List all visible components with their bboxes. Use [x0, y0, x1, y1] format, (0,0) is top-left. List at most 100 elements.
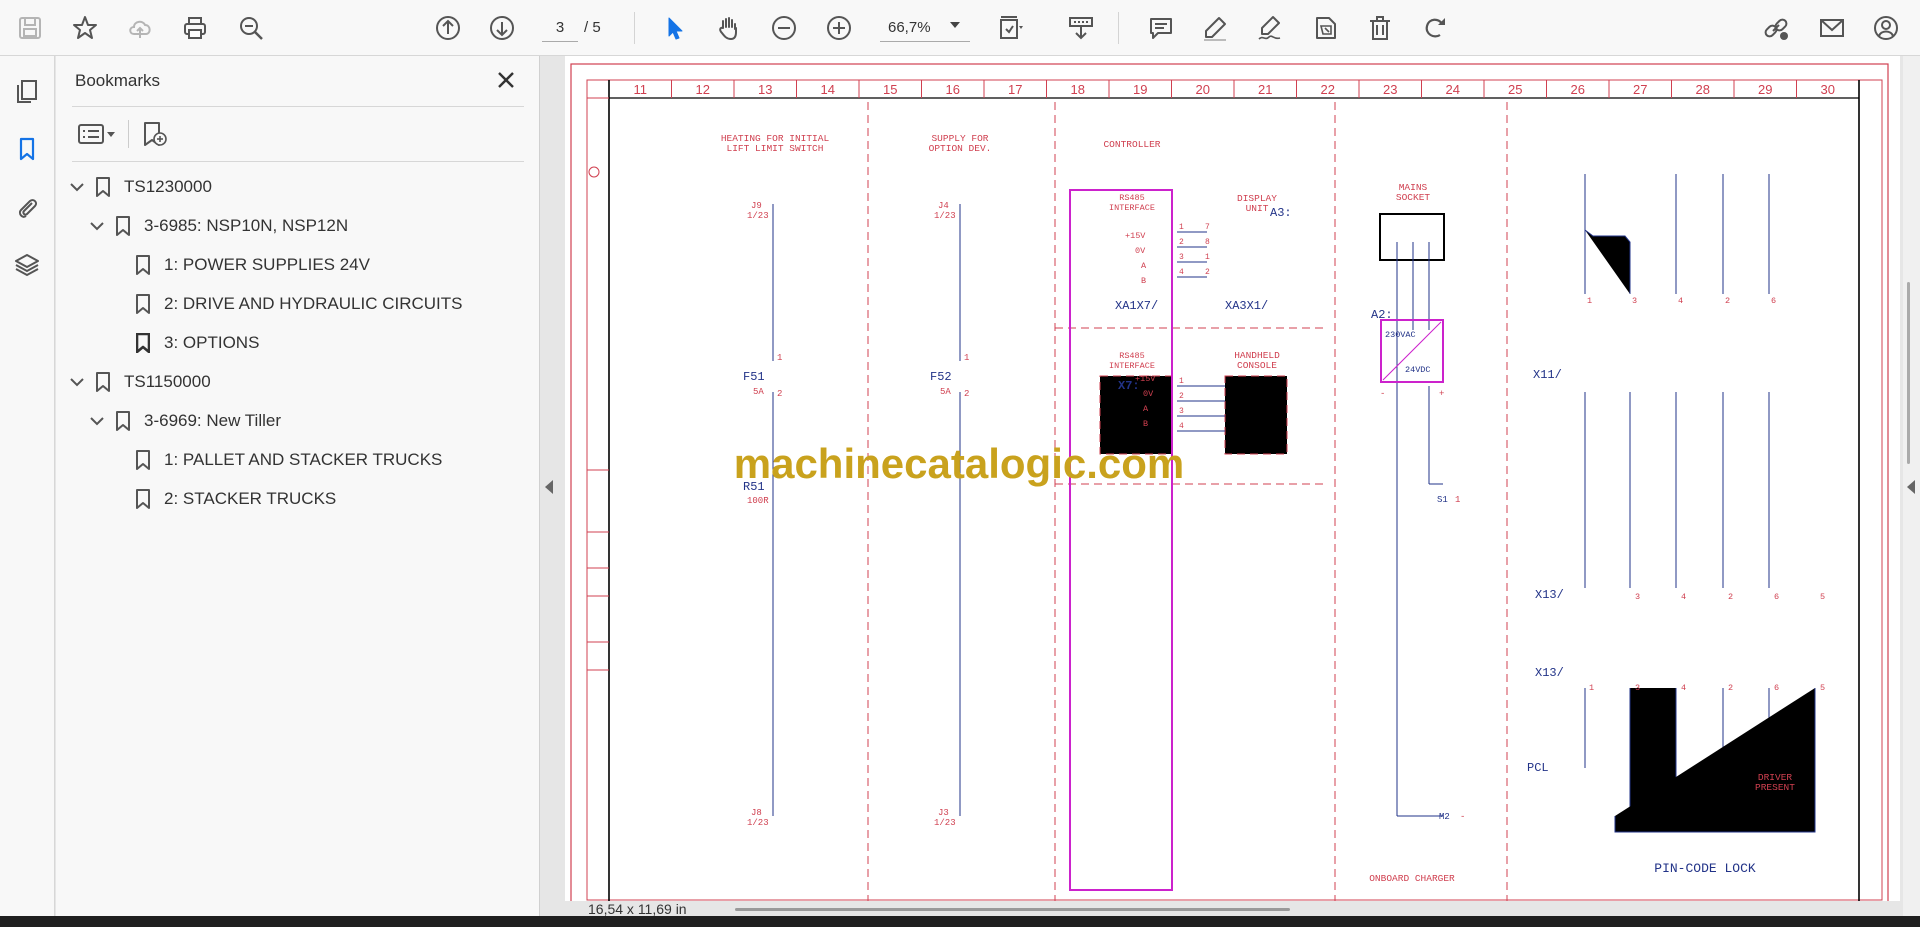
- bookmark-item[interactable]: 1: PALLET AND STACKER TRUCKS: [134, 445, 442, 475]
- svg-text:3: 3: [1632, 296, 1637, 306]
- chevron-down-icon[interactable]: [68, 373, 86, 391]
- scroll-mode-icon[interactable]: [1063, 10, 1099, 46]
- bookmark-item[interactable]: TS1150000: [68, 367, 211, 397]
- svg-text:INTERFACE: INTERFACE: [1109, 361, 1155, 371]
- chevron-down-icon[interactable]: [88, 412, 106, 430]
- new-bookmark-icon[interactable]: [138, 118, 170, 150]
- bookmark-icon: [134, 254, 152, 276]
- svg-text:A: A: [1143, 404, 1149, 414]
- layers-icon[interactable]: [10, 248, 44, 282]
- zoom-in-icon[interactable]: [821, 10, 857, 46]
- bookmark-item[interactable]: 3-6985: NSP10N, NSP12N: [88, 211, 348, 241]
- svg-text:2: 2: [1179, 238, 1184, 247]
- bookmark-options-button[interactable]: [76, 118, 124, 150]
- column-number: 30: [1821, 82, 1835, 97]
- expand-right-panel-icon[interactable]: [1906, 478, 1916, 496]
- previous-page-icon[interactable]: [430, 10, 466, 46]
- cloud-upload-icon[interactable]: [122, 10, 158, 46]
- horizontal-scroll-thumb[interactable]: [735, 908, 1290, 911]
- column-number: 28: [1696, 82, 1710, 97]
- collapse-panel-icon[interactable]: [544, 478, 554, 496]
- svg-text:J4: J4: [938, 201, 949, 211]
- delete-icon[interactable]: [1362, 10, 1398, 46]
- next-page-icon[interactable]: [484, 10, 520, 46]
- svg-text:-: -: [1460, 812, 1465, 822]
- svg-text:F52: F52: [930, 370, 952, 384]
- bookmark-item[interactable]: 2: DRIVE AND HYDRAULIC CIRCUITS: [134, 289, 463, 319]
- chevron-down-icon[interactable]: [88, 217, 106, 235]
- chevron-down-icon[interactable]: [950, 22, 960, 28]
- close-icon[interactable]: [492, 66, 520, 94]
- redo-icon[interactable]: [1417, 10, 1453, 46]
- print-icon[interactable]: [177, 10, 213, 46]
- select-cursor-icon[interactable]: [656, 10, 692, 46]
- bookmark-item[interactable]: 3-6969: New Tiller: [88, 406, 281, 436]
- svg-text:B: B: [1141, 276, 1146, 286]
- column-number: 18: [1071, 82, 1085, 97]
- zoom-level-select[interactable]: 66,7%: [880, 14, 970, 42]
- column-number: 17: [1008, 82, 1022, 97]
- column-number: 21: [1258, 82, 1272, 97]
- schematic-page[interactable]: 11 12 13 14 15 16 17 18 19 20 21 22 23 24 25 26 27 28 29 30…: [565, 56, 1900, 901]
- svg-text:B: B: [1143, 419, 1148, 429]
- bookmark-item[interactable]: TS1230000: [68, 172, 212, 202]
- bookmarks-icon[interactable]: [10, 132, 44, 166]
- svg-text:2: 2: [1179, 392, 1184, 401]
- svg-text:6: 6: [1771, 296, 1776, 306]
- svg-text:1/23: 1/23: [747, 818, 769, 828]
- svg-text:2: 2: [1205, 268, 1210, 277]
- svg-text:1: 1: [777, 353, 782, 363]
- sign-icon[interactable]: [1252, 10, 1288, 46]
- main-toolbar: / 5 66,7%: [0, 0, 1920, 56]
- page-number-input[interactable]: [542, 14, 578, 42]
- vertical-scroll-thumb[interactable]: [1907, 282, 1910, 464]
- svg-text:4: 4: [1179, 268, 1184, 277]
- hand-tool-icon[interactable]: [711, 10, 747, 46]
- star-icon[interactable]: [67, 10, 103, 46]
- svg-text:5A: 5A: [753, 387, 764, 397]
- column-number: 11: [634, 82, 648, 97]
- share-link-icon[interactable]: [1758, 10, 1794, 46]
- highlight-pen-icon[interactable]: [1197, 10, 1233, 46]
- svg-text:1/23: 1/23: [934, 818, 956, 828]
- stamp-icon[interactable]: [1307, 10, 1343, 46]
- bookmark-item-selected[interactable]: 3: OPTIONS: [134, 328, 259, 358]
- zoom-search-icon[interactable]: [233, 10, 269, 46]
- column-number: 22: [1321, 82, 1335, 97]
- svg-text:1: 1: [1205, 253, 1210, 262]
- svg-text:PRESENT: PRESENT: [1755, 782, 1795, 793]
- bookmark-icon: [134, 488, 152, 510]
- page-total: / 5: [584, 19, 601, 36]
- chevron-down-icon[interactable]: [68, 178, 86, 196]
- column-number: 25: [1508, 82, 1522, 97]
- comment-icon[interactable]: [1143, 10, 1179, 46]
- attachments-icon[interactable]: [10, 190, 44, 224]
- svg-text:8: 8: [1205, 238, 1210, 247]
- svg-text:3: 3: [1635, 592, 1640, 602]
- svg-text:1: 1: [964, 353, 969, 363]
- svg-text:XA3X1/: XA3X1/: [1225, 299, 1268, 313]
- bookmark-item[interactable]: 1: POWER SUPPLIES 24V: [134, 250, 370, 280]
- bookmark-label: 2: STACKER TRUCKS: [164, 489, 337, 508]
- section-title: CONTROLLER: [1103, 139, 1160, 150]
- svg-text:2: 2: [777, 389, 782, 399]
- svg-text:+: +: [1439, 389, 1444, 399]
- save-icon[interactable]: [12, 10, 48, 46]
- column-number: 16: [946, 82, 960, 97]
- zoom-out-icon[interactable]: [766, 10, 802, 46]
- os-taskbar: [0, 916, 1920, 927]
- svg-text:1/23: 1/23: [747, 211, 769, 221]
- page-thumbnails-icon[interactable]: [10, 74, 44, 108]
- svg-text:6: 6: [1774, 592, 1779, 602]
- section-title: ONBOARD CHARGER: [1369, 873, 1455, 884]
- page-fit-icon[interactable]: [992, 10, 1028, 46]
- email-icon[interactable]: [1814, 10, 1850, 46]
- svg-text:J3: J3: [938, 808, 949, 818]
- svg-text:0V: 0V: [1135, 246, 1146, 256]
- column-number: 29: [1758, 82, 1772, 97]
- svg-text:1/23: 1/23: [934, 211, 956, 221]
- user-account-icon[interactable]: [1868, 10, 1904, 46]
- svg-text:7: 7: [1205, 223, 1210, 232]
- section-title: LIFT LIMIT SWITCH: [727, 143, 824, 154]
- bookmark-item[interactable]: 2: STACKER TRUCKS: [134, 484, 336, 514]
